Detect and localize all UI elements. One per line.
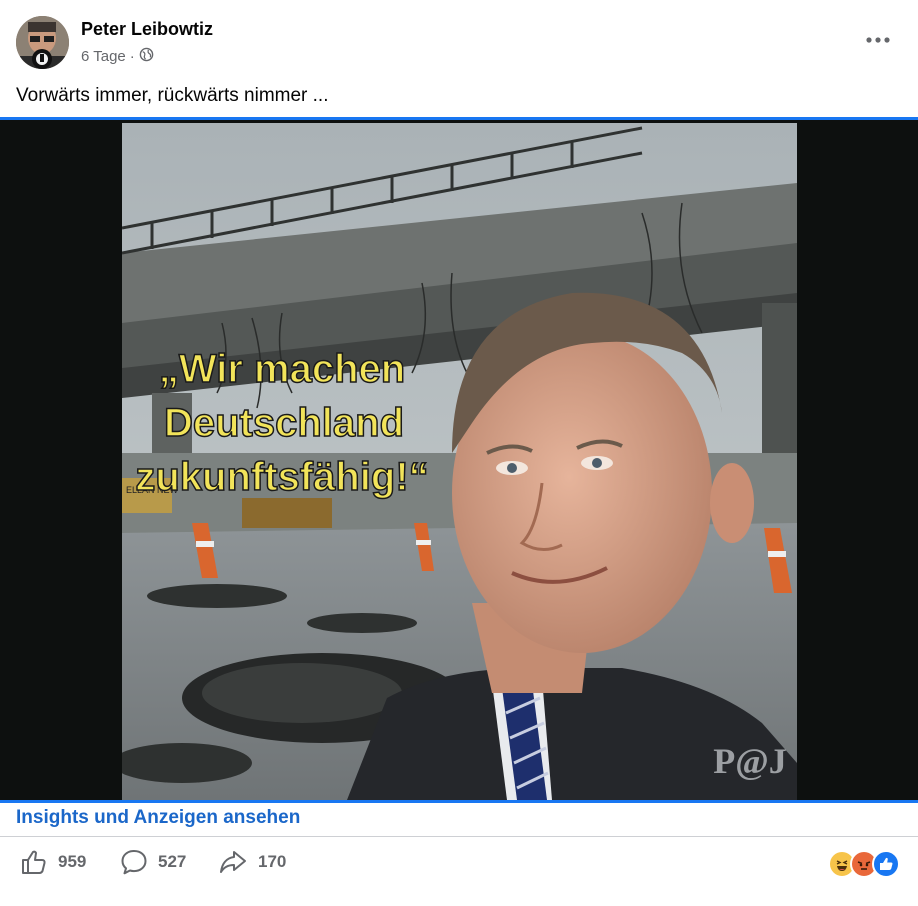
quote-line-3: zukunftsfähig!“ — [135, 455, 428, 499]
share-icon — [220, 851, 246, 873]
post-media[interactable]: ELLAN NEW „Wir machen Deutschland zukunf… — [0, 117, 918, 803]
thumbs-up-icon — [22, 850, 46, 874]
like-icon — [872, 850, 900, 878]
post-image[interactable]: ELLAN NEW „Wir machen Deutschland zukunf… — [122, 123, 797, 800]
share-button[interactable]: 170 — [218, 848, 286, 876]
quote-line-1: „Wir machen — [159, 347, 405, 391]
post-actions: 959 527 170 — [0, 840, 918, 890]
post-meta: 6 Tage · — [81, 47, 154, 66]
post-time[interactable]: 6 Tage — [81, 48, 126, 65]
reaction-summary[interactable] — [828, 850, 900, 878]
watermark-logo: P@J — [713, 741, 786, 781]
comment-icon — [121, 850, 147, 875]
actions-divider — [0, 836, 918, 837]
author-name[interactable]: Peter Leibowtiz — [81, 19, 213, 40]
avatar[interactable] — [16, 16, 69, 69]
comment-button[interactable]: 527 — [120, 848, 186, 876]
like-count: 959 — [58, 852, 87, 871]
quote-line-2: Deutschland — [164, 401, 404, 445]
post-caption: Vorwärts immer, rückwärts nimmer ... — [16, 85, 329, 106]
meta-separator: · — [129, 48, 135, 65]
share-count: 170 — [258, 852, 287, 871]
comment-count: 527 — [158, 852, 187, 871]
more-options-button[interactable] — [862, 28, 894, 52]
globe-icon — [139, 47, 154, 66]
more-options-icon — [866, 37, 890, 43]
post-header: Peter Leibowtiz 6 Tage · — [0, 0, 918, 80]
like-button[interactable]: 959 — [20, 848, 86, 876]
insights-link[interactable]: Insights und Anzeigen ansehen — [16, 807, 300, 829]
